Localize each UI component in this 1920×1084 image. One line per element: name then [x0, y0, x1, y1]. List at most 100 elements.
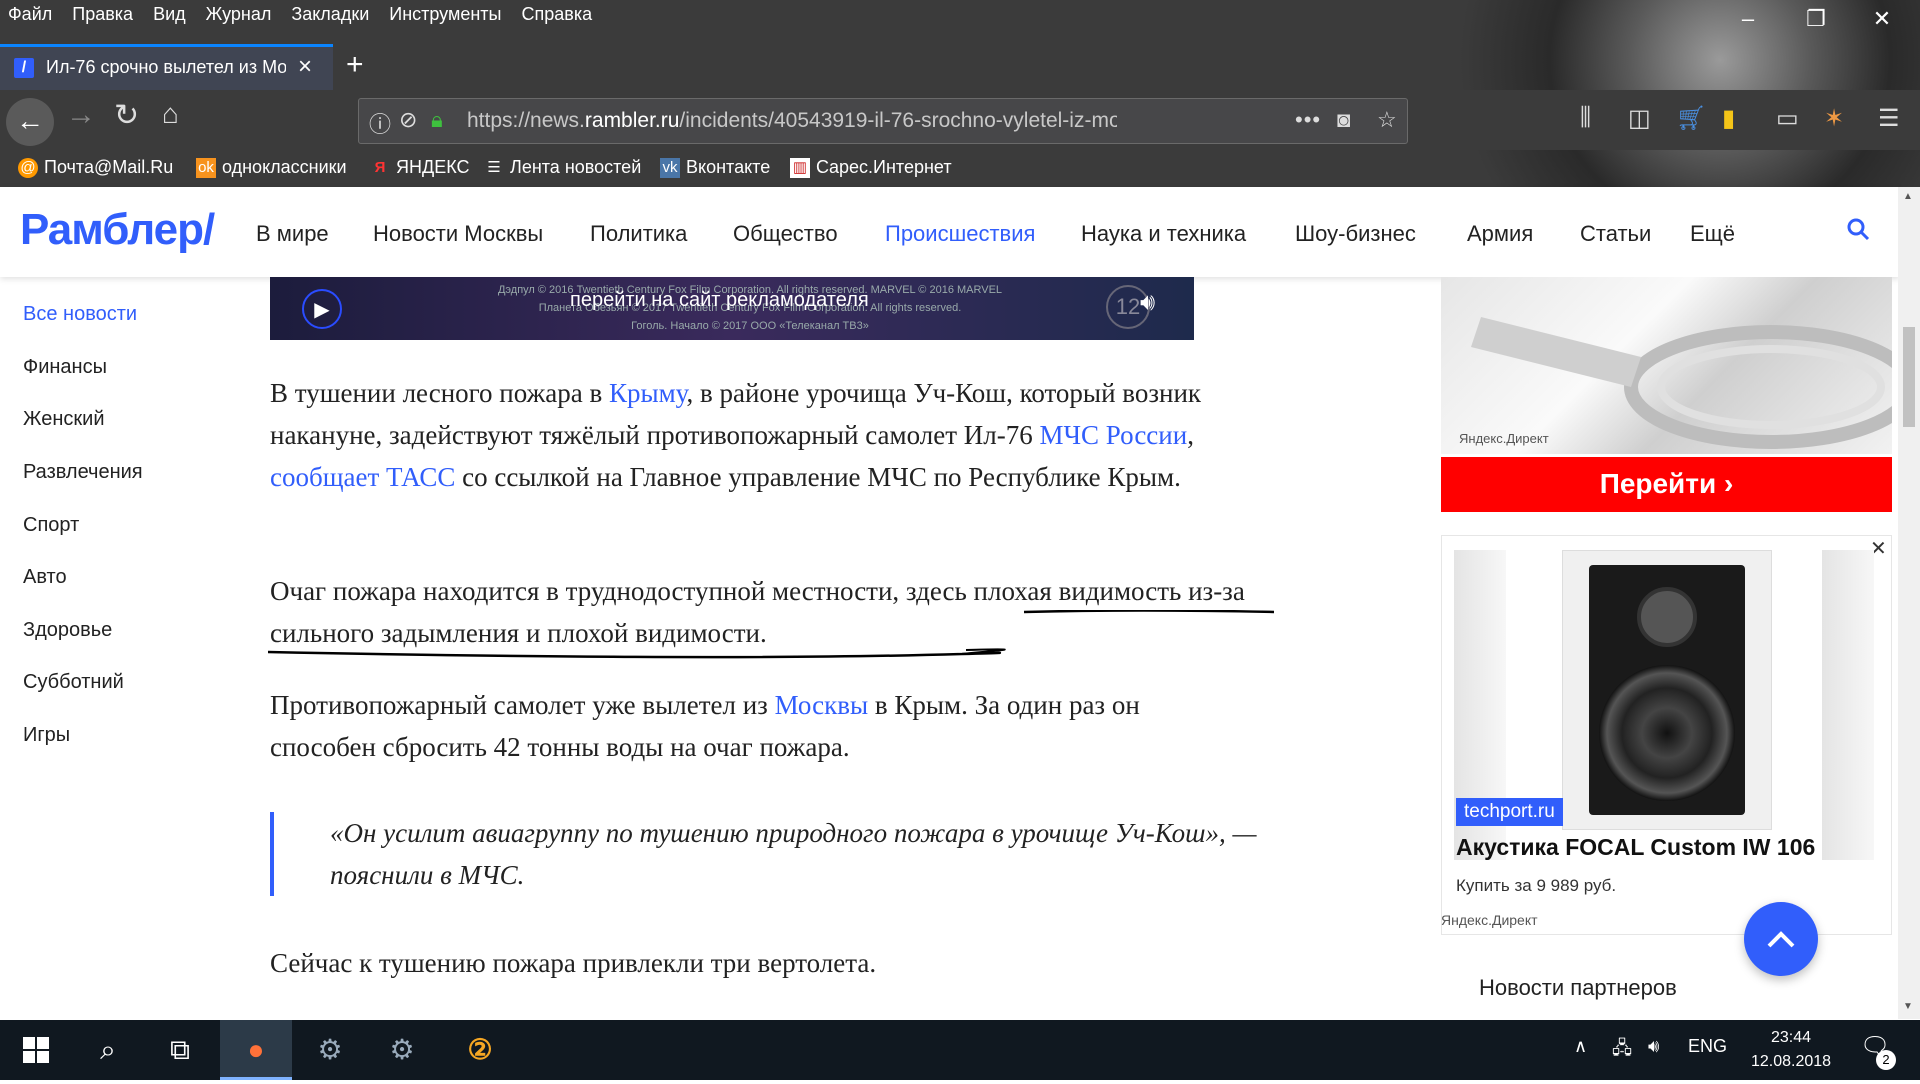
- scroll-thumb[interactable]: [1903, 327, 1915, 427]
- rambler-logo[interactable]: Рамблер/: [20, 205, 215, 255]
- menu-bookmarks[interactable]: Закладки: [291, 4, 369, 28]
- menu-view[interactable]: Вид: [153, 4, 186, 28]
- sidebar-item-games[interactable]: Игры: [23, 724, 70, 747]
- nav-society[interactable]: Общество: [733, 221, 838, 247]
- steam-2-taskbar-icon[interactable]: ⚙: [366, 1020, 438, 1080]
- task-view-icon[interactable]: ⧉: [144, 1020, 216, 1080]
- game-taskbar-icon[interactable]: ②: [444, 1020, 516, 1080]
- nav-world[interactable]: В мире: [256, 221, 329, 247]
- nav-more[interactable]: Ещё: [1690, 221, 1735, 247]
- sidebar-item-entertainment[interactable]: Развлечения: [23, 461, 143, 484]
- language-indicator[interactable]: ENG: [1688, 1036, 1727, 1057]
- clock[interactable]: 23:44 12.08.2018: [1748, 1026, 1834, 1074]
- page-actions-icon[interactable]: •••: [1295, 107, 1321, 133]
- nav-politics[interactable]: Политика: [590, 221, 687, 247]
- new-tab-button[interactable]: +: [346, 48, 364, 82]
- ad-source-badge[interactable]: techport.ru: [1456, 798, 1563, 826]
- url-bar[interactable]: ⓘ ⊘ 🔒︎ https://news.rambler.ru/incidents…: [358, 98, 1408, 144]
- minimize-button[interactable]: –: [1728, 6, 1768, 32]
- forward-button[interactable]: →: [66, 98, 96, 132]
- url-text[interactable]: https://news.rambler.ru/incidents/405439…: [467, 109, 1117, 133]
- extension-screen-icon[interactable]: ▭: [1776, 104, 1799, 133]
- tracking-protection-icon[interactable]: ⊘: [399, 107, 417, 133]
- advertiser-link[interactable]: перейти на сайт рекламодателя: [570, 289, 869, 312]
- network-icon[interactable]: 🖧︎: [1612, 1036, 1632, 1066]
- sidebar-item-saturday[interactable]: Субботний: [23, 671, 124, 694]
- nav-army[interactable]: Армия: [1467, 221, 1533, 247]
- handwritten-underline: [267, 610, 1275, 659]
- bookmark-yandex[interactable]: Я ЯНДЕКС: [370, 157, 470, 178]
- sidebar-item-all-news[interactable]: Все новости: [23, 303, 137, 326]
- tab-active[interactable]: / Ил-76 срочно вылетел из Мо ×: [0, 44, 333, 90]
- bookmark-mailru[interactable]: @ Почта@Mail.Ru: [18, 157, 173, 178]
- speaker-image: [1562, 550, 1772, 830]
- bookmark-vkontakte[interactable]: vk Вконтакте: [660, 157, 770, 178]
- sidebar-item-health[interactable]: Здоровье: [23, 619, 112, 642]
- lock-icon[interactable]: 🔒︎: [431, 107, 443, 133]
- hamburger-menu-icon[interactable]: ☰: [1878, 104, 1900, 133]
- menu-tools[interactable]: Инструменты: [389, 4, 501, 28]
- bookmark-star-icon[interactable]: ☆: [1377, 107, 1397, 133]
- bookmark-odnoklassniki[interactable]: ok одноклассники: [196, 157, 347, 178]
- volume-tray-icon[interactable]: 🔊︎: [1648, 1036, 1659, 1057]
- menu-history[interactable]: Журнал: [206, 4, 272, 28]
- extension-star-icon[interactable]: ✶: [1824, 104, 1844, 133]
- firefox-taskbar-icon[interactable]: ●: [220, 1020, 292, 1080]
- bookmark-news-feed[interactable]: ☰ Лента новостей: [484, 157, 641, 178]
- site-header: Рамблер/ В мире Новости Москвы Политика …: [0, 187, 1900, 277]
- cart-icon[interactable]: 🛒︎: [1676, 104, 1706, 133]
- page-scrollbar[interactable]: ▲ ▼: [1898, 187, 1920, 1019]
- reload-button[interactable]: ↻: [114, 98, 139, 133]
- link-crimea[interactable]: Крыму: [609, 378, 687, 408]
- tray-chevron-icon[interactable]: ∧: [1574, 1036, 1587, 1057]
- menu-edit[interactable]: Правка: [72, 4, 133, 28]
- maximize-button[interactable]: ❐: [1796, 6, 1836, 32]
- rss-icon: ☰: [487, 158, 501, 176]
- close-window-button[interactable]: ✕: [1862, 6, 1902, 32]
- library-icon[interactable]: ⫼: [1580, 104, 1591, 132]
- steam-taskbar-icon[interactable]: ⚙: [294, 1020, 366, 1080]
- extension-flag-icon[interactable]: ▮: [1722, 104, 1735, 133]
- tab-close-icon[interactable]: ×: [298, 53, 312, 81]
- search-icon[interactable]: ⌕: [72, 1020, 144, 1080]
- pocket-icon[interactable]: ◙: [1337, 107, 1350, 133]
- sidebar-item-auto[interactable]: Авто: [23, 566, 67, 589]
- scroll-to-top-button[interactable]: [1744, 902, 1818, 976]
- link-moscow[interactable]: Москвы: [775, 690, 869, 720]
- nav-moscow[interactable]: Новости Москвы: [373, 221, 543, 247]
- ad-title[interactable]: Акустика FOCAL Custom IW 106: [1456, 834, 1815, 861]
- info-icon[interactable]: ⓘ: [369, 107, 391, 139]
- sidebar-item-woman[interactable]: Женский: [23, 408, 104, 431]
- scroll-up-arrow-icon[interactable]: ▲: [1903, 191, 1913, 202]
- nav-incidents[interactable]: Происшествия: [885, 221, 1035, 247]
- bookmarks-toolbar: @ Почта@Mail.Ru ok одноклассники Я ЯНДЕКС ☰…: [0, 152, 1920, 187]
- home-button[interactable]: ⌂: [162, 98, 179, 130]
- nav-science[interactable]: Наука и техника: [1081, 221, 1246, 247]
- ad-banner-1[interactable]: Яндекс.Директ: [1441, 277, 1892, 454]
- link-tass[interactable]: сообщает ТАСС: [270, 462, 455, 492]
- ad-banner-2[interactable]: ✕ techport.ru Акустика FOCAL Custom IW 1…: [1441, 535, 1892, 935]
- bookmark-capec[interactable]: ▥ Capec.Интернет: [790, 157, 952, 178]
- sidebar-item-finance[interactable]: Финансы: [23, 356, 107, 379]
- ad-price: Купить за 9 989 руб.: [1456, 876, 1617, 895]
- sidebar-item-sport[interactable]: Спорт: [23, 514, 79, 537]
- volume-icon[interactable]: 🔊︎: [1140, 289, 1155, 317]
- nav-articles[interactable]: Статьи: [1580, 221, 1651, 247]
- menu-help[interactable]: Справка: [522, 4, 593, 28]
- ad-go-button[interactable]: Перейти ›: [1441, 457, 1892, 512]
- search-icon[interactable]: [1846, 217, 1870, 248]
- video-player[interactable]: ▶ Дэдпул © 2016 Twentieth Century Fox Fi…: [270, 277, 1194, 340]
- rambler-favicon-icon: /: [14, 58, 34, 78]
- yandex-direct-label: Яндекс.Директ: [1441, 912, 1538, 928]
- scroll-down-arrow-icon[interactable]: ▼: [1903, 1001, 1913, 1012]
- speaker-side-image: [1822, 550, 1874, 860]
- link-mchs[interactable]: МЧС России: [1039, 420, 1187, 450]
- back-button[interactable]: ←: [6, 98, 54, 146]
- menu-file[interactable]: Файл: [8, 4, 52, 28]
- partners-block: Новости партнеров: [1441, 955, 1892, 1020]
- windows-start-icon[interactable]: [0, 1020, 72, 1080]
- nav-showbiz[interactable]: Шоу-бизнес: [1295, 221, 1416, 247]
- play-icon[interactable]: ▶: [302, 289, 342, 329]
- sidebar-icon[interactable]: ◫: [1628, 104, 1651, 133]
- article-quote: «Он усилит авиагруппу по тушению природн…: [330, 818, 1257, 890]
